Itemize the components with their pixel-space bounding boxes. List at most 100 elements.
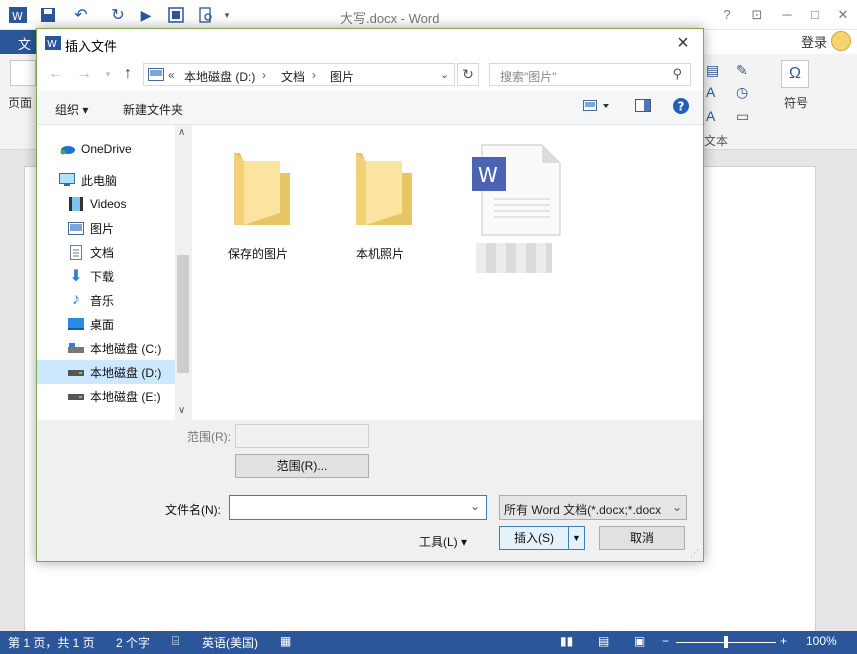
print-preview-icon[interactable] (196, 5, 216, 25)
preview-pane-icon[interactable] (635, 99, 651, 116)
zoom-in-icon[interactable]: + (780, 634, 787, 648)
textbox-icon[interactable]: ▤ (706, 62, 719, 79)
read-mode-icon[interactable]: ▮▮ (560, 634, 573, 648)
filetype-value: 所有 Word 文档(*.docx;*.docx (504, 503, 662, 517)
print-layout-icon[interactable]: ▤ (598, 634, 609, 648)
help-circle-icon[interactable]: ? (672, 97, 690, 118)
zoom-out-icon[interactable]: − (662, 634, 669, 648)
filetype-dropdown-icon[interactable]: ⌄ (671, 500, 682, 514)
dialog-toolbar: 组织 ▾ 新建文件夹 ? (37, 91, 703, 125)
minimize-icon[interactable]: ─ (776, 4, 798, 26)
back-arrow-icon[interactable]: ← (47, 64, 65, 84)
forward-arrow-icon[interactable]: → (75, 64, 93, 84)
layout-icon[interactable] (166, 5, 186, 25)
address-bar[interactable]: « 本地磁盘 (D:) › 文档 › 图片 ⌄ (143, 63, 455, 86)
macro-icon[interactable]: ▦ (280, 634, 291, 648)
address-dropdown-icon[interactable]: ⌄ (440, 68, 449, 81)
nav-item-pictures[interactable]: 图片 (37, 216, 175, 240)
nav-item-videos[interactable]: Videos (37, 192, 175, 216)
language[interactable]: 英语(美国) (202, 634, 258, 651)
login-link[interactable]: 登录 (801, 32, 827, 51)
web-layout-icon[interactable]: ▣ (634, 634, 645, 648)
refresh-icon[interactable]: ↻ (457, 63, 479, 86)
nav-item-documents[interactable]: 文档 (37, 240, 175, 264)
close-window-icon[interactable]: ✕ (832, 4, 854, 26)
maximize-icon[interactable]: □ (804, 4, 826, 26)
touch-mode-icon[interactable]: ▶ (136, 5, 156, 25)
nav-item-downloads[interactable]: ⬇ 下载 (37, 264, 175, 288)
new-folder-button[interactable]: 新建文件夹 (123, 101, 183, 118)
crumb-documents[interactable]: 文档 (281, 68, 305, 85)
file-tab[interactable]: 文件 (0, 30, 40, 71)
crumb-pictures[interactable]: 图片 (330, 68, 354, 85)
resize-grip-icon[interactable]: ⋰ (690, 548, 699, 559)
word-document-icon: W (472, 144, 561, 236)
folder-item[interactable]: 本机照片 (330, 137, 430, 261)
nav-item-music[interactable]: ♪ 音乐 (37, 288, 175, 312)
word-count[interactable]: 2 个字 (116, 634, 150, 651)
customize-qat-icon[interactable]: ▾ (222, 5, 232, 25)
word-app-icon: W (8, 5, 28, 25)
crumb-drive[interactable]: 本地磁盘 (D:) (184, 68, 255, 85)
recent-locations-icon[interactable]: ▾ (99, 64, 117, 84)
help-icon[interactable]: ? (716, 4, 738, 26)
nav-item-desktop[interactable]: 桌面 (37, 312, 175, 336)
dropcap-icon[interactable]: A (706, 108, 715, 124)
range-button[interactable]: 范围(R)... (235, 454, 369, 478)
drive-icon (68, 364, 84, 380)
file-name: 保存的图片 (227, 247, 288, 261)
search-input[interactable]: 搜索"图片" ⚲ (489, 63, 691, 86)
file-name: 本机照片 (355, 247, 404, 261)
nav-item-drive-c[interactable]: 本地磁盘 (C:) (37, 336, 175, 360)
nav-scrollbar-thumb[interactable] (177, 255, 189, 373)
dialog-title-bar: W 插入文件 × (37, 29, 703, 59)
avatar[interactable] (831, 31, 851, 51)
zoom-slider-thumb[interactable] (724, 636, 728, 648)
nav-item-drive-d[interactable]: 本地磁盘 (D:) (37, 360, 175, 384)
change-view-icon[interactable] (583, 99, 611, 116)
nav-item-this-pc[interactable]: 此电脑 (37, 168, 175, 192)
tools-button[interactable]: 工具(L) ▾ (419, 533, 467, 550)
scroll-up-icon[interactable]: ∧ (178, 127, 185, 138)
cancel-button[interactable]: 取消 (599, 526, 685, 550)
chevron-right-icon[interactable]: › (262, 68, 266, 82)
ribbon-display-icon[interactable]: ⊡ (746, 4, 768, 26)
filename-input[interactable]: ⌄ (229, 495, 487, 520)
zoom-level[interactable]: 100% (806, 634, 837, 648)
insert-dropdown-icon[interactable]: ▼ (568, 527, 584, 549)
video-icon (68, 196, 84, 212)
page-count[interactable]: 第 1 页，共 1 页 (8, 634, 95, 651)
organize-button[interactable]: 组织 ▾ (55, 101, 88, 118)
undo-icon[interactable]: ↶ (66, 5, 96, 25)
nav-item-onedrive[interactable]: OneDrive (37, 137, 175, 161)
svg-text:W: W (47, 39, 57, 50)
close-icon[interactable]: × (671, 32, 695, 56)
blurred-file-name (476, 243, 552, 273)
search-icon[interactable]: ⚲ (672, 66, 682, 82)
range-input (235, 424, 369, 448)
text-group-label: 文本 (704, 134, 729, 148)
nav-item-drive-e[interactable]: 本地磁盘 (E:) (37, 384, 175, 408)
signature-icon[interactable]: ✎ (736, 62, 748, 79)
chevron-right-icon[interactable]: › (312, 68, 316, 82)
page-icon[interactable] (10, 60, 36, 86)
document-item[interactable]: W (462, 137, 572, 273)
omega-symbol-icon[interactable]: Ω (781, 60, 809, 88)
page-button-label[interactable]: 页面 (8, 94, 32, 111)
proofing-icon[interactable]: ⌸ (172, 634, 179, 649)
filename-dropdown-icon[interactable]: ⌄ (470, 499, 480, 513)
redo-icon[interactable]: ↻ (108, 5, 128, 25)
nav-scrollbar[interactable]: ∧ ∨ (175, 125, 192, 420)
status-bar: 第 1 页，共 1 页 2 个字 ⌸ 英语(美国) ▦ ▮▮ ▤ ▣ − + 1… (0, 631, 857, 654)
folder-item[interactable]: 保存的图片 (208, 137, 308, 261)
up-arrow-icon[interactable]: ↑ (119, 64, 137, 84)
datetime-icon[interactable]: ◷ (736, 84, 748, 101)
wordart-icon[interactable]: A (706, 84, 715, 100)
insert-button[interactable]: 插入(S) ▼ (499, 526, 585, 550)
symbol-button-label[interactable]: 符号 (784, 94, 808, 111)
filetype-select[interactable]: 所有 Word 文档(*.docx;*.docx ⌄ (499, 495, 687, 520)
object-icon[interactable]: ▭ (736, 108, 749, 125)
save-icon[interactable] (38, 5, 58, 25)
address-overflow[interactable]: « (168, 68, 175, 82)
scroll-down-icon[interactable]: ∨ (178, 405, 185, 416)
